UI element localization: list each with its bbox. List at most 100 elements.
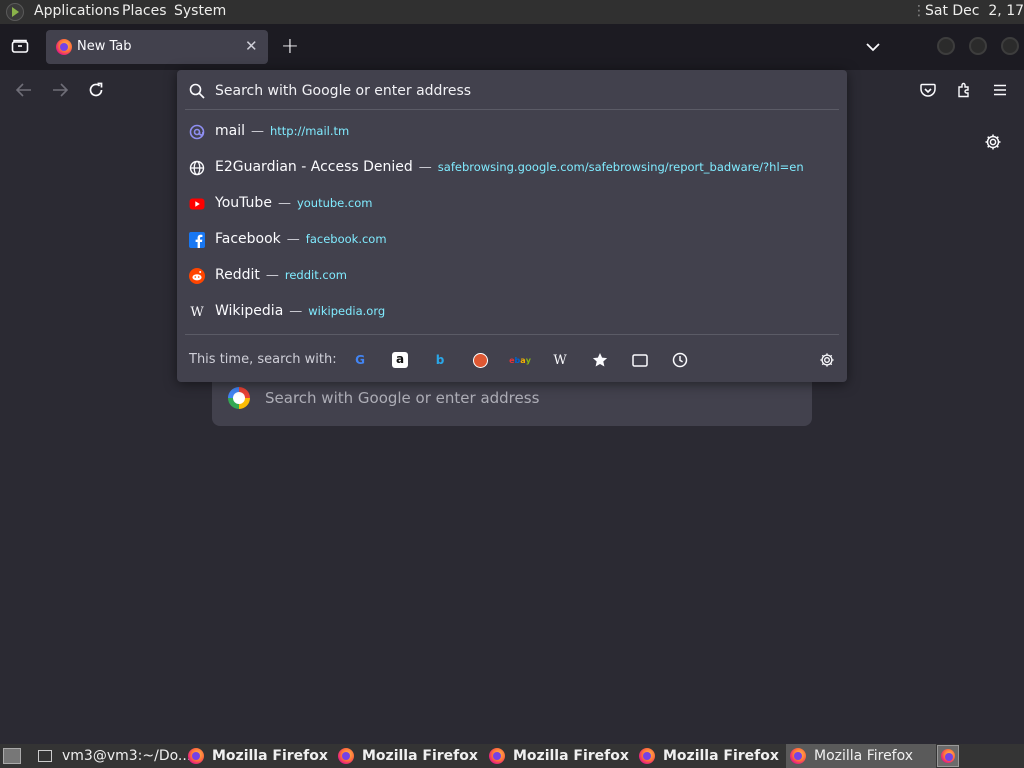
youtube-icon (189, 196, 205, 212)
urlbar[interactable] (187, 74, 837, 108)
firefox-view-icon[interactable] (10, 36, 30, 56)
new-tab-button[interactable]: + (280, 34, 300, 59)
url-input[interactable] (215, 79, 815, 103)
pocket-icon[interactable] (918, 80, 938, 100)
task-firefox[interactable]: Mozilla Firefox (639, 744, 779, 768)
task-firefox[interactable]: Mozilla Firefox (338, 744, 478, 768)
wikipedia-icon[interactable]: W (550, 351, 570, 369)
back-button[interactable] (14, 80, 34, 100)
result-url: facebook.com (305, 232, 387, 246)
terminal-icon (38, 750, 52, 762)
bing-icon[interactable]: b (430, 351, 450, 369)
search-icon (189, 83, 205, 103)
newtab-settings-icon[interactable] (982, 131, 1004, 153)
close-tab-icon[interactable]: ✕ (245, 37, 258, 55)
close-window-button[interactable] (1001, 37, 1019, 55)
task-label: Mozilla Firefox (212, 748, 328, 764)
result-dash: — (289, 304, 303, 319)
show-desktop-icon[interactable] (3, 748, 21, 764)
tab-new-tab[interactable]: New Tab ✕ (46, 30, 268, 64)
result-title: Reddit (215, 267, 260, 283)
result-title: Wikipedia (215, 303, 284, 319)
tab-strip: New Tab ✕ + (0, 24, 1024, 70)
top-panel: Applications Places System ⋮ Sat Dec 2, … (0, 0, 1024, 24)
firefox-icon (56, 39, 72, 55)
forward-button[interactable] (50, 80, 70, 100)
duckduckgo-icon[interactable] (470, 351, 490, 369)
google-icon[interactable]: G (350, 351, 370, 369)
search-with-bar: This time, search with: G a b ebay W (177, 342, 847, 378)
result-item[interactable]: W Wikipedia — wikipedia.org (177, 294, 847, 330)
firefox-icon (639, 748, 655, 764)
task-firefox[interactable]: Mozilla Firefox (489, 744, 629, 768)
result-title: YouTube (215, 195, 272, 211)
task-label: vm3@vm3:~/Do... (62, 748, 192, 764)
list-tabs-icon[interactable] (862, 36, 884, 58)
urlbar-popup: mail — http://mail.tm E2Guardian - Access … (177, 70, 847, 382)
globe-icon (189, 160, 205, 176)
reload-button[interactable] (86, 80, 106, 100)
result-url: wikipedia.org (308, 304, 386, 318)
divider (185, 334, 839, 335)
tab-title: New Tab (77, 39, 132, 54)
result-title-line: YouTube — youtube.com (215, 195, 372, 211)
result-dash: — (286, 232, 300, 247)
bookmarks-icon[interactable] (590, 351, 610, 369)
tabs-icon[interactable] (630, 351, 650, 369)
extensions-icon[interactable] (954, 80, 974, 100)
result-title-line: Reddit — reddit.com (215, 267, 347, 283)
result-item[interactable]: mail — http://mail.tm (177, 114, 847, 150)
firefox-icon (338, 748, 354, 764)
task-terminal[interactable]: vm3@vm3:~/Do... (38, 744, 191, 768)
divider (185, 109, 839, 110)
ebay-icon[interactable]: ebay (509, 351, 531, 369)
result-item[interactable]: Facebook — facebook.com (177, 222, 847, 258)
result-title-line: Wikipedia — wikipedia.org (215, 303, 385, 319)
result-url: youtube.com (296, 196, 373, 210)
result-title: E2Guardian - Access Denied (215, 159, 413, 175)
system-menu[interactable]: System (174, 3, 226, 19)
result-title-line: Facebook — facebook.com (215, 231, 387, 247)
result-title: Facebook (215, 231, 281, 247)
panel-handle: ⋮ (912, 3, 926, 19)
clock[interactable]: Sat Dec 2, 17:53 (925, 3, 1024, 19)
reddit-icon (189, 268, 205, 284)
app-menu-icon[interactable] (990, 80, 1010, 100)
result-item[interactable]: YouTube — youtube.com (177, 186, 847, 222)
amazon-icon[interactable]: a (390, 351, 410, 369)
firefox-icon (941, 749, 955, 763)
wikipedia-icon: W (190, 304, 204, 320)
task-label: Mozilla Firefox (362, 748, 478, 764)
task-label: Mozilla Firefox (663, 748, 779, 764)
minimize-button[interactable] (937, 37, 955, 55)
google-icon (228, 387, 250, 409)
result-dash: — (265, 268, 279, 283)
task-label: Mozilla Firefox (814, 748, 914, 764)
firefox-icon (188, 748, 204, 764)
task-firefox-active[interactable]: Mozilla Firefox (786, 744, 936, 768)
result-title: mail (215, 123, 245, 139)
search-settings-icon[interactable] (817, 351, 837, 369)
result-url: reddit.com (284, 268, 347, 282)
history-icon[interactable] (670, 351, 690, 369)
result-url: http://mail.tm (270, 124, 350, 138)
maximize-button[interactable] (969, 37, 987, 55)
at-icon (189, 124, 205, 140)
places-menu[interactable]: Places (122, 3, 167, 19)
taskbar: vm3@vm3:~/Do... Mozilla Firefox Mozilla … (0, 744, 1024, 768)
firefox-icon (790, 748, 806, 764)
task-label: Mozilla Firefox (513, 748, 629, 764)
gnome-logo-icon[interactable] (6, 3, 24, 21)
result-item[interactable]: E2Guardian - Access Denied — safebrowsing.… (177, 150, 847, 186)
result-title-line: E2Guardian - Access Denied — safebrowsing.… (215, 159, 804, 175)
applications-menu[interactable]: Applications (34, 3, 120, 19)
facebook-icon (189, 232, 205, 248)
newtab-search-placeholder: Search with Google or enter address (265, 389, 540, 407)
workspace-switcher[interactable] (937, 745, 959, 767)
result-item[interactable]: Reddit — reddit.com (177, 258, 847, 294)
task-firefox[interactable]: Mozilla Firefox (188, 744, 328, 768)
result-url: safebrowsing.google.com/safebrowsing/rep… (437, 160, 804, 174)
result-dash: — (277, 196, 291, 211)
firefox-icon (489, 748, 505, 764)
search-with-label: This time, search with: (189, 352, 337, 367)
